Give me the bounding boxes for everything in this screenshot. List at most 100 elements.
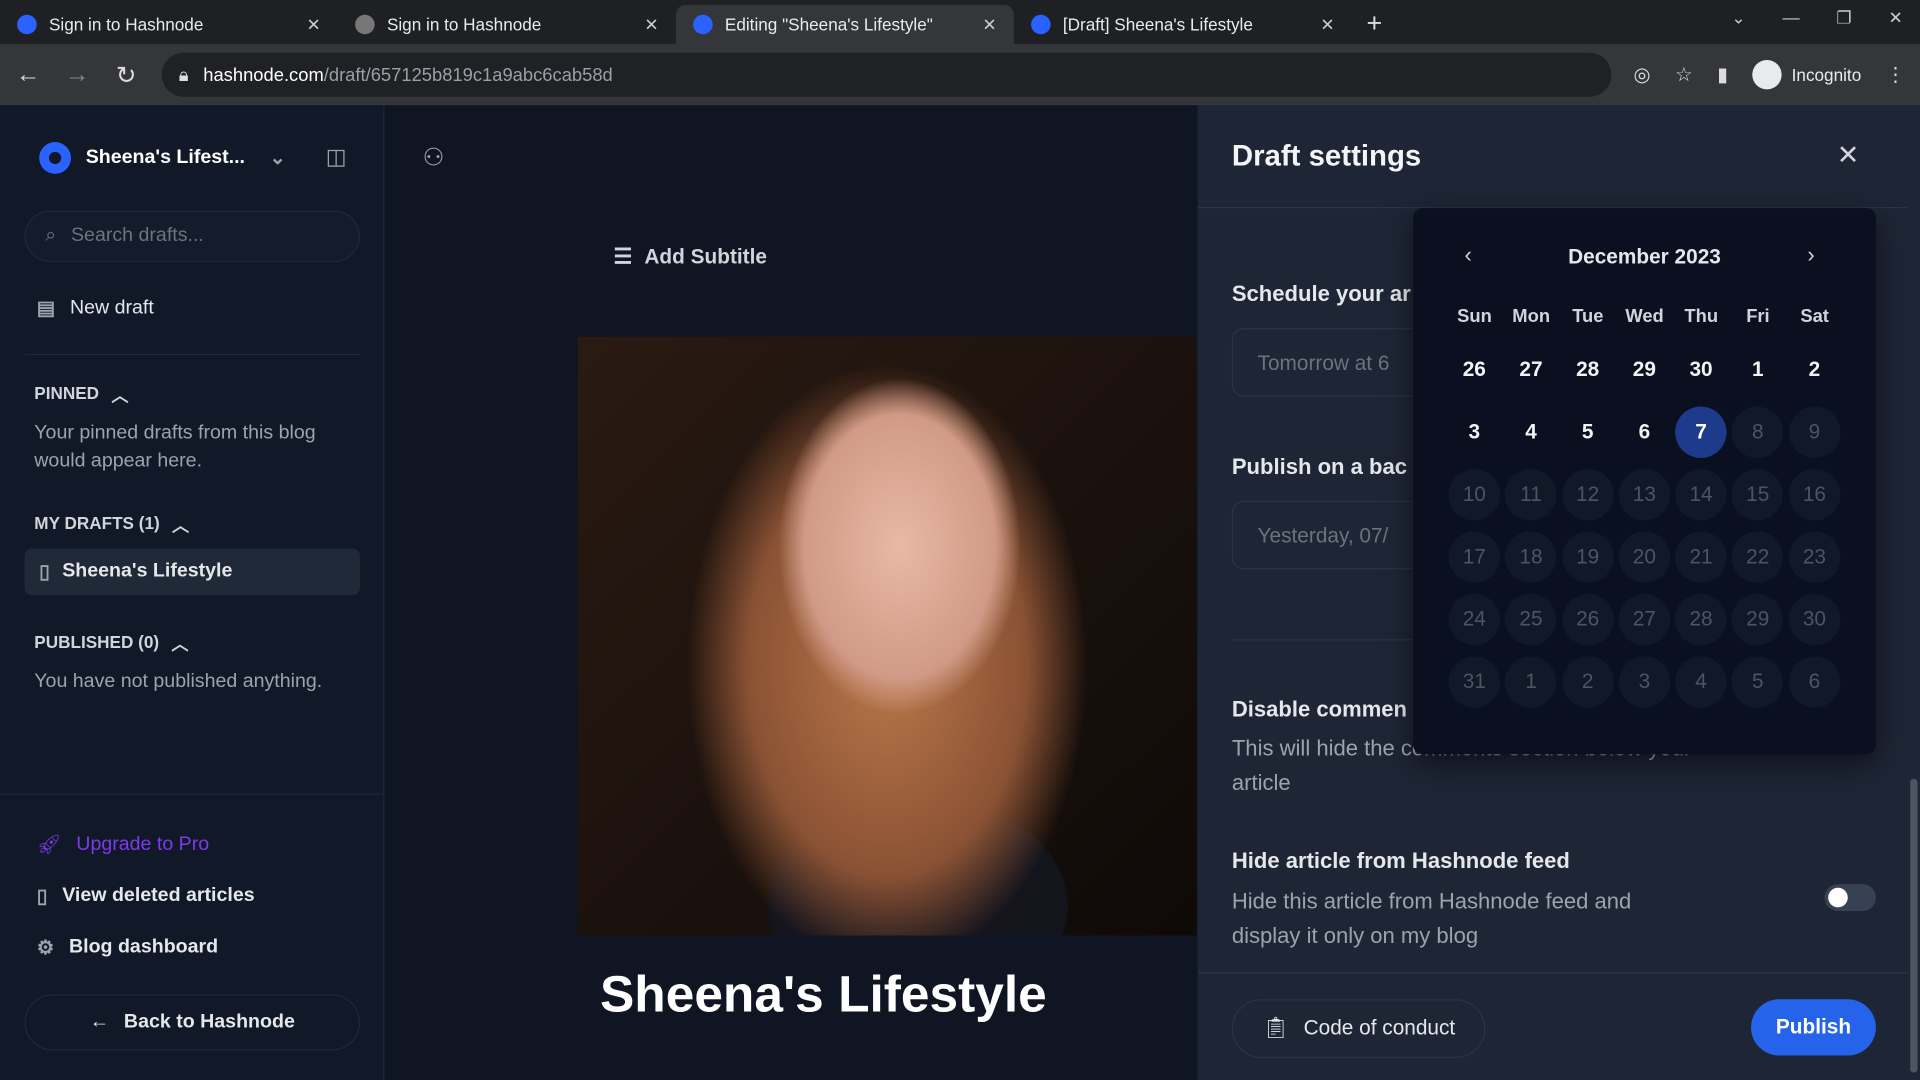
- restore-icon[interactable]: ❐: [1836, 7, 1851, 28]
- draft-item[interactable]: ▯ Sheena's Lifestyle: [24, 548, 361, 596]
- calendar-day: 26: [1561, 593, 1614, 646]
- weekday-label: Thu: [1684, 306, 1719, 327]
- calendar-day-selected[interactable]: 7: [1675, 406, 1727, 458]
- calendar-day: 15: [1732, 468, 1784, 521]
- calendar-day[interactable]: 29: [1619, 344, 1670, 395]
- chevron-up-icon: ︿: [171, 634, 189, 654]
- view-deleted-articles-link[interactable]: ▯ View deleted articles: [37, 884, 255, 908]
- calendar-day[interactable]: 3: [1449, 407, 1500, 458]
- browser-tab-bar: Sign in to Hashnode ✕ Sign in to Hashnode ✕…: [0, 0, 1920, 45]
- cover-image[interactable]: [577, 336, 1197, 936]
- calendar-day: 8: [1732, 406, 1784, 458]
- calendar-day[interactable]: 28: [1562, 344, 1613, 395]
- calendar-day: 6: [1788, 656, 1841, 708]
- close-icon[interactable]: ✕: [1837, 140, 1860, 172]
- weekday-label: Sun: [1457, 306, 1492, 327]
- browser-tab[interactable]: Sign in to Hashnode ✕: [0, 5, 338, 44]
- back-arrow-icon[interactable]: ←: [15, 61, 42, 89]
- forward-arrow-icon[interactable]: →: [64, 61, 91, 89]
- weekday-label: Fri: [1746, 306, 1770, 327]
- document-icon: ▯: [39, 562, 50, 583]
- lock-icon: 🔒︎: [178, 64, 189, 86]
- side-panel-icon[interactable]: ▮: [1717, 62, 1728, 86]
- profile-button[interactable]: Incognito: [1752, 60, 1861, 90]
- calendar-day[interactable]: 26: [1449, 344, 1500, 395]
- close-tab-icon[interactable]: ✕: [982, 14, 996, 35]
- collapse-sidebar-icon[interactable]: ◫: [326, 144, 347, 170]
- calendar-day: 31: [1448, 656, 1501, 708]
- calendar-day: 25: [1505, 593, 1557, 646]
- pinned-section-toggle[interactable]: PINNED ︿: [34, 383, 128, 407]
- calendar-day: 30: [1788, 593, 1841, 646]
- reload-icon[interactable]: ↻: [113, 59, 140, 90]
- next-month-icon[interactable]: ›: [1807, 242, 1814, 268]
- calendar-day: 9: [1788, 406, 1841, 458]
- calendar-day: 14: [1675, 468, 1727, 521]
- new-tab-button[interactable]: +: [1352, 5, 1397, 44]
- calendar-day: 16: [1788, 468, 1841, 521]
- calendar-day: 22: [1732, 531, 1784, 583]
- browser-tab[interactable]: Editing "Sheena's Lifestyle" ✕: [675, 4, 1014, 45]
- minimize-icon[interactable]: —: [1783, 7, 1800, 28]
- eye-off-icon[interactable]: ◎: [1634, 62, 1651, 86]
- calendar-day[interactable]: 6: [1619, 407, 1670, 458]
- calendar-day[interactable]: 5: [1562, 407, 1613, 458]
- search-drafts-input[interactable]: ⌕ Search drafts...: [24, 210, 361, 263]
- back-to-hashnode-button[interactable]: ← Back to Hashnode: [24, 994, 361, 1051]
- sidebar: Sheena's Lifest... ⌄ ◫ ⌕ Search drafts... …: [0, 105, 385, 1080]
- calendar-day: 3: [1618, 656, 1671, 708]
- panel-footer: 📋︎ Code of conduct Publish: [1197, 972, 1911, 1080]
- hide-from-feed-toggle[interactable]: [1824, 884, 1876, 912]
- calendar-day[interactable]: 1: [1732, 344, 1783, 395]
- my-drafts-section-toggle[interactable]: MY DRAFTS (1) ︿: [34, 513, 189, 537]
- new-draft-button[interactable]: ▤ New draft: [37, 296, 154, 320]
- panel-scrollbar[interactable]: [1907, 105, 1920, 1080]
- browser-tab[interactable]: [Draft] Sheena's Lifestyle ✕: [1014, 5, 1352, 44]
- divider: [0, 793, 385, 795]
- tab-search-icon[interactable]: ⌄: [1731, 7, 1745, 28]
- star-icon[interactable]: ☆: [1675, 62, 1693, 86]
- blog-switcher[interactable]: Sheena's Lifest... ⌄: [39, 142, 286, 174]
- search-icon: ⌕: [45, 225, 57, 247]
- subtitle-icon: ☰: [613, 244, 633, 269]
- divider: [24, 353, 361, 356]
- calendar-day: 24: [1448, 593, 1501, 646]
- arrow-left-icon: ←: [89, 1011, 110, 1033]
- chevron-up-icon: ︿: [171, 515, 190, 536]
- hashnode-icon: [1031, 14, 1051, 35]
- article-title[interactable]: Sheena's Lifestyle: [600, 965, 1047, 1024]
- publish-button[interactable]: Publish: [1751, 999, 1876, 1056]
- hashnode-icon: [17, 14, 37, 35]
- browser-tab[interactable]: Sign in to Hashnode ✕: [338, 5, 676, 44]
- blog-dashboard-link[interactable]: ⚙ Blog dashboard: [37, 936, 218, 960]
- hashnode-icon: [693, 14, 713, 35]
- weekday-label: Tue: [1572, 306, 1604, 327]
- calendar-day: 5: [1732, 656, 1784, 708]
- url-bar[interactable]: 🔒︎ hashnode.com/draft/657125b819c1a9abc6c…: [161, 52, 1612, 97]
- calendar-day[interactable]: 2: [1789, 344, 1840, 395]
- calendar-day: 28: [1675, 593, 1727, 646]
- close-tab-icon[interactable]: ✕: [1320, 14, 1334, 35]
- clipboard-icon: 📋︎: [1262, 1016, 1289, 1040]
- calendar-day[interactable]: 30: [1675, 344, 1726, 395]
- calendar-day[interactable]: 4: [1505, 407, 1556, 458]
- chevron-up-icon: ︿: [111, 385, 129, 406]
- close-tab-icon[interactable]: ✕: [306, 14, 320, 35]
- backdate-label: Publish on a bac: [1231, 454, 1407, 479]
- weekday-label: Wed: [1625, 306, 1664, 327]
- published-empty-text: You have not published anything.: [34, 671, 323, 692]
- add-subtitle-button[interactable]: ☰ Add Subtitle: [613, 245, 767, 269]
- collaborators-icon[interactable]: ⚇: [422, 142, 444, 173]
- close-tab-icon[interactable]: ✕: [644, 14, 658, 35]
- calendar-day: 1: [1505, 656, 1557, 708]
- loading-globe-icon: [355, 14, 375, 35]
- calendar-day[interactable]: 27: [1505, 344, 1556, 395]
- upgrade-to-pro-link[interactable]: 🚀︎ Upgrade to Pro: [37, 833, 209, 857]
- close-window-icon[interactable]: ✕: [1889, 7, 1903, 28]
- calendar-day: 29: [1732, 593, 1784, 646]
- published-section-toggle[interactable]: PUBLISHED (0) ︿: [34, 632, 188, 656]
- incognito-icon: [1752, 60, 1782, 90]
- menu-icon[interactable]: ⋮: [1886, 62, 1906, 86]
- code-of-conduct-button[interactable]: 📋︎ Code of conduct: [1231, 999, 1486, 1058]
- calendar-day: 27: [1618, 593, 1671, 646]
